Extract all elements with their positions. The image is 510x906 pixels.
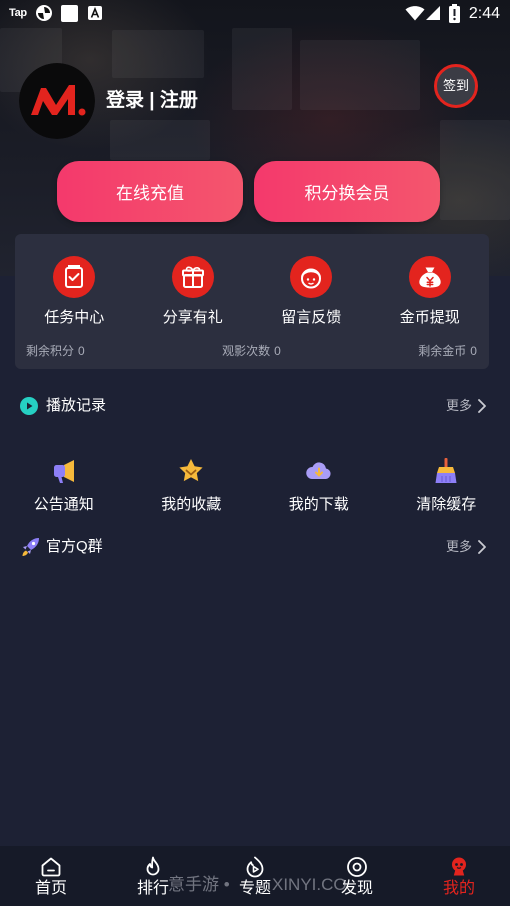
play-circle-icon bbox=[20, 397, 38, 415]
remaining-points-stat: 剩余积分 0 bbox=[26, 343, 85, 359]
tab-mine[interactable]: 我的 bbox=[408, 846, 510, 906]
feedback-item[interactable]: 留言反馈 bbox=[252, 256, 371, 327]
star-icon bbox=[179, 459, 203, 482]
cloud-download-icon bbox=[305, 462, 331, 479]
play-history-row[interactable]: 播放记录 更多 bbox=[0, 394, 510, 418]
gift-icon bbox=[171, 256, 214, 298]
feedback-label: 留言反馈 bbox=[281, 309, 342, 326]
app-square-icon bbox=[61, 5, 78, 22]
tab-topics[interactable]: 专题 bbox=[204, 846, 306, 906]
mascot-icon bbox=[452, 857, 466, 876]
qq-group-more-link[interactable]: 更多 bbox=[446, 539, 472, 555]
watch-count-stat: 观影次数 0 bbox=[222, 343, 281, 359]
favorites-item[interactable]: 我的收藏 bbox=[128, 456, 256, 514]
checkin-button[interactable]: 签到 bbox=[434, 64, 478, 108]
tab-home[interactable]: 首页 bbox=[0, 846, 102, 906]
bottom-tab-bar: 首页 排行 专题 发现 我的 bbox=[0, 846, 510, 906]
wifi-icon bbox=[405, 6, 425, 21]
stat-value: 0 bbox=[274, 344, 281, 358]
announcement-item[interactable]: 公告通知 bbox=[0, 456, 128, 514]
stat-value: 0 bbox=[78, 344, 85, 358]
task-card-items: 任务中心 分享有礼 留言反馈 金币提现 bbox=[15, 256, 489, 327]
coin-withdraw-item[interactable]: 金币提现 bbox=[371, 256, 490, 327]
battery-icon bbox=[449, 4, 460, 23]
task-center-label: 任务中心 bbox=[44, 309, 105, 326]
qq-group-row[interactable]: 官方Q群 更多 bbox=[0, 535, 510, 559]
qq-group-title: 官方Q群 bbox=[46, 538, 103, 555]
tab-discover[interactable]: 发现 bbox=[306, 846, 408, 906]
hero-poster bbox=[110, 120, 210, 160]
points-to-vip-label: 积分换会员 bbox=[304, 184, 390, 203]
recharge-label: 在线充值 bbox=[116, 184, 184, 203]
tab-topics-label: 专题 bbox=[238, 880, 271, 897]
task-center-item[interactable]: 任务中心 bbox=[15, 256, 134, 327]
hero-poster bbox=[112, 30, 204, 78]
hero-poster bbox=[300, 40, 420, 110]
clear-cache-label: 清除缓存 bbox=[416, 496, 477, 513]
a-app-icon bbox=[88, 6, 102, 20]
play-history-title: 播放记录 bbox=[46, 397, 107, 414]
megaphone-icon bbox=[53, 460, 74, 483]
login-register-link[interactable]: 登录 | 注册 bbox=[106, 89, 198, 113]
signal-icon bbox=[426, 6, 440, 20]
home-icon bbox=[41, 857, 61, 877]
tab-ranking-label: 排行 bbox=[136, 880, 169, 897]
tab-home-label: 首页 bbox=[34, 880, 67, 897]
card-stats: 剩余积分 0 观影次数 0 剩余金币 0 bbox=[26, 343, 477, 359]
chevron-right-icon[interactable] bbox=[478, 399, 486, 413]
chevron-right-icon[interactable] bbox=[478, 540, 486, 554]
task-icon bbox=[53, 256, 96, 298]
task-card: 任务中心 分享有礼 留言反馈 金币提现 剩余积分 0 观影次数 0 剩余金币 0 bbox=[15, 234, 489, 369]
sync-app-icon bbox=[36, 5, 52, 21]
stat-label: 剩余金币 bbox=[418, 344, 467, 358]
taptap-notification-icon: Tap bbox=[9, 7, 27, 19]
share-gift-item[interactable]: 分享有礼 bbox=[134, 256, 253, 327]
favorites-label: 我的收藏 bbox=[161, 496, 222, 513]
clock: 2:44 bbox=[468, 5, 500, 22]
announcement-label: 公告通知 bbox=[33, 496, 94, 513]
feedback-icon bbox=[290, 256, 333, 298]
share-gift-label: 分享有礼 bbox=[162, 309, 223, 326]
recharge-button[interactable]: 在线充值 bbox=[57, 161, 243, 222]
tab-ranking[interactable]: 排行 bbox=[102, 846, 204, 906]
remaining-coins-stat: 剩余金币 0 bbox=[418, 343, 477, 359]
tab-mine-label: 我的 bbox=[442, 880, 475, 897]
money-bag-icon bbox=[408, 256, 451, 298]
downloads-label: 我的下载 bbox=[288, 496, 349, 513]
downloads-item[interactable]: 我的下载 bbox=[255, 456, 383, 514]
topic-icon bbox=[246, 856, 264, 878]
hero-poster bbox=[440, 120, 510, 220]
coin-withdraw-label: 金币提现 bbox=[399, 309, 460, 326]
discover-icon bbox=[347, 857, 367, 877]
status-bar: Tap 2:44 bbox=[0, 0, 510, 28]
avatar[interactable] bbox=[19, 63, 95, 139]
tab-discover-label: 发现 bbox=[340, 880, 373, 897]
stat-label: 观影次数 bbox=[222, 344, 271, 358]
stat-value: 0 bbox=[470, 344, 477, 358]
tools-grid: 公告通知 我的收藏 我的下载 清除缓存 bbox=[0, 456, 510, 514]
stat-label: 剩余积分 bbox=[26, 344, 75, 358]
hero-poster bbox=[232, 28, 292, 110]
clear-cache-item[interactable]: 清除缓存 bbox=[383, 456, 510, 514]
checkin-label: 签到 bbox=[442, 78, 469, 93]
fire-icon bbox=[146, 856, 160, 876]
points-to-vip-button[interactable]: 积分换会员 bbox=[254, 161, 440, 222]
rocket-icon bbox=[22, 538, 39, 556]
play-history-more-link[interactable]: 更多 bbox=[446, 398, 472, 414]
broom-icon bbox=[435, 458, 457, 483]
brand-logo-icon bbox=[19, 63, 95, 139]
